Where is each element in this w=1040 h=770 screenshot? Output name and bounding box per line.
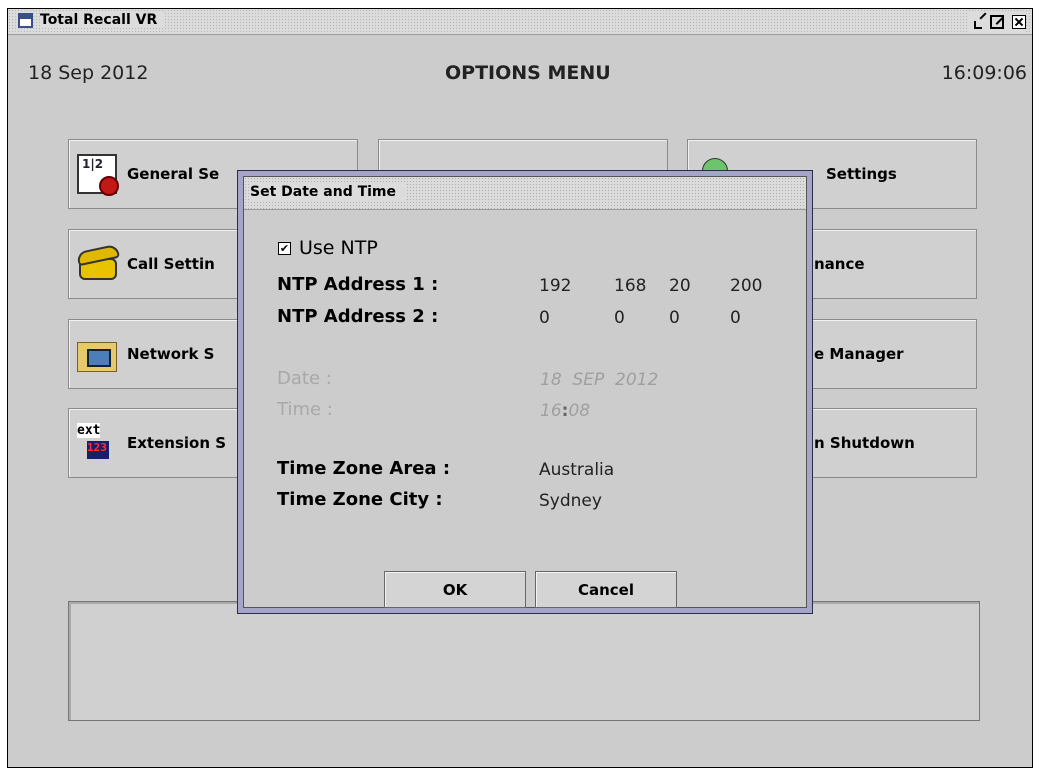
use-ntp-row[interactable]: ✔ Use NTP [278,237,378,259]
ntp2-octet-3[interactable]: 0 [669,308,680,328]
window-title: Total Recall VR [40,12,164,28]
ntp-address-1-label: NTP Address 1 : [277,274,439,295]
window-controls [968,12,1026,32]
file-manager-label: e Manager [814,345,904,363]
date-label: Date : [277,368,332,389]
main-window: Total Recall VR 18 Sep 2012 OPTIONS MENU… [7,8,1033,768]
time-zone-area-value[interactable]: Australia [539,460,614,480]
set-date-time-dialog: Set Date and Time ✔ Use NTP NTP Address … [237,170,813,614]
ntp-address-2-label: NTP Address 2 : [277,306,439,327]
time-label: Time : [277,399,333,420]
ntp2-octet-4[interactable]: 0 [730,308,741,328]
network-folder-icon [77,334,117,374]
ntp1-octet-1[interactable]: 192 [539,276,571,296]
dialog-body: Set Date and Time ✔ Use NTP NTP Address … [243,176,807,608]
ntp2-octet-2[interactable]: 0 [614,308,625,328]
date-value: 18 SEP 2012 [540,370,659,390]
calendar-clock-icon: 1|2 [77,154,119,196]
dialog-titlebar[interactable]: Set Date and Time [244,177,806,210]
time-zone-city-label: Time Zone City : [277,489,443,510]
call-settings-label: Call Settin [127,255,215,273]
system-shutdown-label: n Shutdown [814,434,915,452]
minimize-icon[interactable] [974,21,982,29]
general-settings-label: General Se [127,165,220,183]
use-ntp-label: Use NTP [299,237,378,259]
ntp1-octet-2[interactable]: 168 [614,276,646,296]
maintenance-label: nance [814,255,865,273]
time-zone-city-value[interactable]: Sydney [539,491,602,511]
ntp2-octet-1[interactable]: 0 [539,308,550,328]
network-settings-label: Network S [127,345,215,363]
dialog-title: Set Date and Time [250,184,407,200]
phone-icon [77,244,117,284]
settings-label: Settings [826,165,897,183]
extension-settings-label: Extension S [127,434,227,452]
cancel-button[interactable]: Cancel [535,571,677,608]
time-hour: 16 [540,401,562,421]
window-titlebar[interactable]: Total Recall VR [8,9,1032,35]
page-title: OPTIONS MENU [445,62,611,84]
ntp1-octet-4[interactable]: 200 [730,276,762,296]
close-icon[interactable] [1012,15,1026,29]
time-minute: 08 [568,401,591,421]
use-ntp-checkbox[interactable]: ✔ [278,241,291,255]
header-clock: 16:09:06 [941,62,1027,84]
extension-icon: ext 123 [77,423,117,463]
time-value: 16:08 [540,401,590,421]
ok-button[interactable]: OK [384,571,526,608]
header-date: 18 Sep 2012 [28,62,149,84]
app-window-icon [18,13,33,28]
ntp1-octet-3[interactable]: 20 [669,276,691,296]
time-zone-area-label: Time Zone Area : [277,458,451,479]
status-panel [68,601,980,721]
maximize-icon[interactable] [990,15,1004,29]
